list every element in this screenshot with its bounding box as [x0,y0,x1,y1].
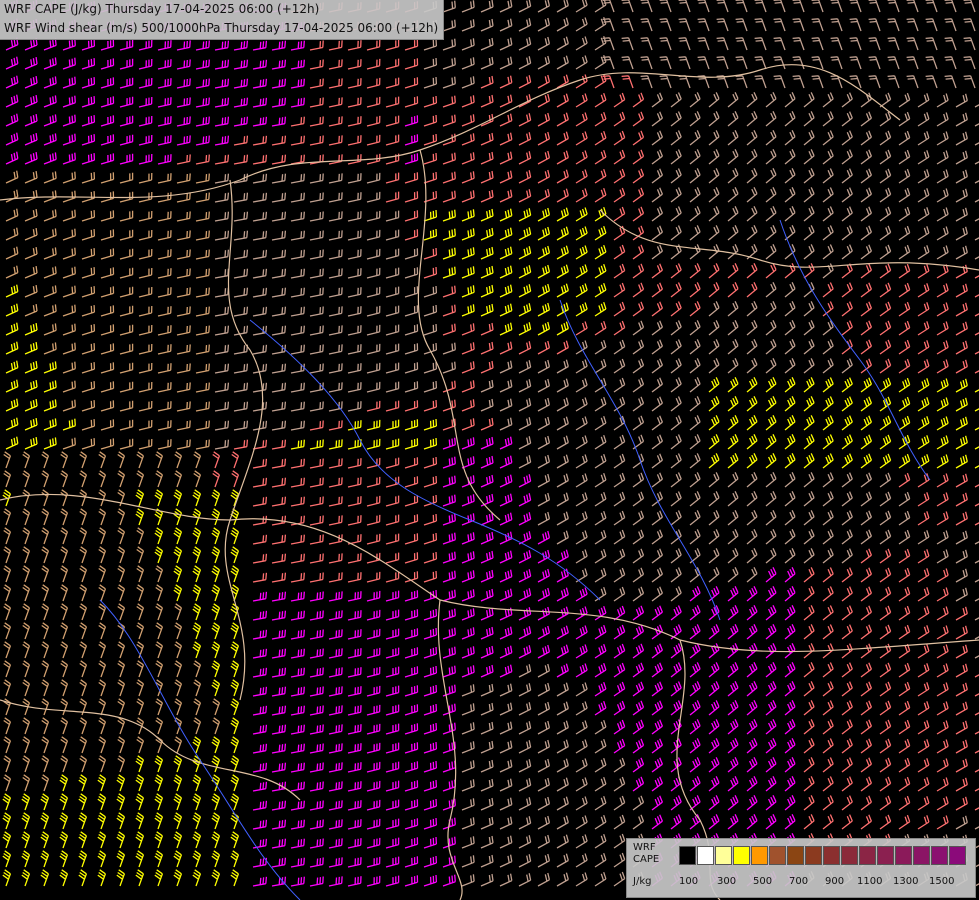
legend-color-scale [679,846,967,865]
legend-swatch [697,846,714,865]
legend-swatch [805,846,822,865]
legend-label-cape: CAPE [633,854,660,865]
legend-tick-300: 300 [717,876,737,887]
legend-swatch [787,846,804,865]
legend-swatch [751,846,768,865]
legend-swatch [823,846,840,865]
map-canvas [0,0,979,900]
legend-tick-1500: 1500 [929,876,955,887]
cape-title: WRF CAPE (J/kg) Thursday 17-04-2025 06:0… [4,2,320,16]
legend-swatch [859,846,876,865]
legend-swatch [715,846,732,865]
map-title-box: WRF CAPE (J/kg) Thursday 17-04-2025 06:0… [0,0,445,40]
legend-swatch [913,846,930,865]
legend-swatch [679,846,696,865]
legend-tick-1100: 1100 [857,876,883,887]
legend-swatch [931,846,948,865]
legend-swatch [733,846,750,865]
legend-swatch [769,846,786,865]
legend-swatch [949,846,966,865]
legend-swatch [841,846,858,865]
legend-tick-700: 700 [789,876,809,887]
legend-tick-100: 100 [679,876,699,887]
legend-label-unit: J/kg [633,876,652,887]
legend-tick-500: 500 [753,876,773,887]
legend-swatch [895,846,912,865]
cape-legend: WRF CAPE J/kg 100 300 500 700 900 1100 1… [626,838,976,898]
legend-swatch [877,846,894,865]
legend-label-wrf: WRF [633,842,656,853]
legend-tick-900: 900 [825,876,845,887]
wind-shear-title: WRF Wind shear (m/s) 500/1000hPa Thursda… [4,21,439,35]
legend-tick-1300: 1300 [893,876,919,887]
